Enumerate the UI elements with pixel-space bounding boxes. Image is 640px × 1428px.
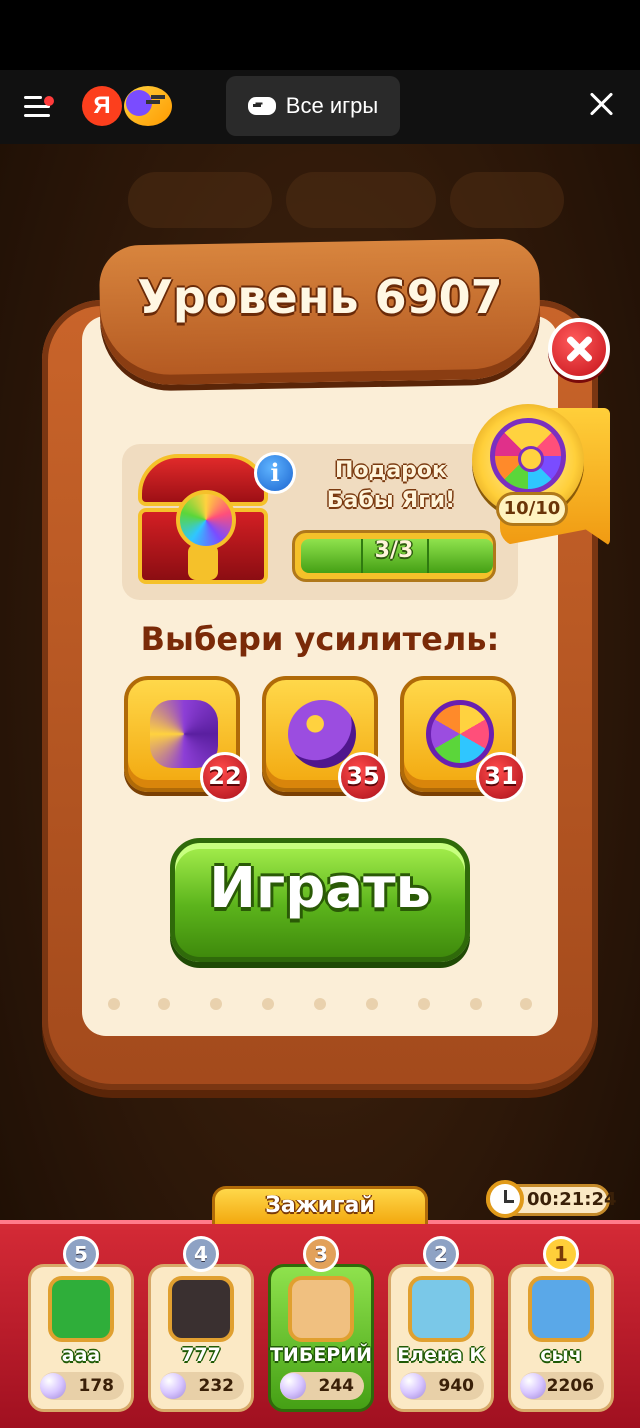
scallop [100, 992, 128, 1020]
gift-progress-label: 3/3 [374, 538, 414, 563]
player-rank-badge: 4 [183, 1236, 219, 1272]
player-rank-badge: 2 [423, 1236, 459, 1272]
spinner-booster-count: 31 [476, 752, 526, 802]
scallop [358, 992, 386, 1020]
bomb-booster-count: 35 [338, 752, 388, 802]
player-avatar [528, 1276, 594, 1342]
info-icon[interactable]: i [254, 452, 296, 494]
pearl-icon [160, 1373, 186, 1399]
player-avatar [48, 1276, 114, 1342]
close-icon[interactable] [588, 90, 616, 118]
booster-title: Выбери усилитель: [140, 620, 500, 658]
scallop [306, 992, 334, 1020]
player-name: 777 [181, 1344, 221, 1366]
status-bar [0, 0, 640, 70]
wheel-count: 10/10 [496, 492, 568, 526]
yandex-games-icon[interactable] [124, 86, 172, 126]
pearl-icon [520, 1373, 546, 1399]
screen: Я Все игры Уровень 6907 i Подарок Бабы Я… [0, 0, 640, 1428]
player-rank-badge: 5 [63, 1236, 99, 1272]
player-rank-badge: 1 [543, 1236, 579, 1272]
player-avatar [288, 1276, 354, 1342]
pearl-icon [400, 1373, 426, 1399]
clock-icon [486, 1180, 524, 1218]
all-games-label: Все игры [285, 93, 379, 118]
player-avatar [408, 1276, 474, 1342]
scallop [410, 992, 438, 1020]
player-name: сыч [540, 1344, 582, 1366]
scallop [150, 992, 178, 1020]
hammer-booster-count: 22 [200, 752, 250, 802]
pearl-icon [280, 1373, 306, 1399]
tournament-tab[interactable]: Зажигай [212, 1186, 428, 1224]
fortune-wheel-icon [490, 418, 566, 494]
player-name: aaa [61, 1344, 101, 1366]
scallop [462, 992, 490, 1020]
player-name: Елена К [397, 1344, 485, 1366]
play-button-label: Играть [209, 856, 431, 921]
gamepad-icon [247, 97, 276, 115]
all-games-button[interactable]: Все игры [226, 76, 400, 136]
player-rank-badge: 3 [303, 1236, 339, 1272]
gift-title: Подарок Бабы Яги! [326, 458, 456, 513]
player-name: ТИБЕРИЙ [269, 1344, 373, 1366]
level-title: Уровень 6907 [137, 270, 503, 324]
player-avatar [168, 1276, 234, 1342]
dialog-close-button[interactable] [548, 318, 610, 380]
notification-dot [44, 96, 54, 106]
scallop [202, 992, 230, 1020]
pearl-icon [40, 1373, 66, 1399]
scallop [254, 992, 282, 1020]
yandex-logo-icon[interactable]: Я [82, 86, 122, 126]
scallop [512, 992, 540, 1020]
